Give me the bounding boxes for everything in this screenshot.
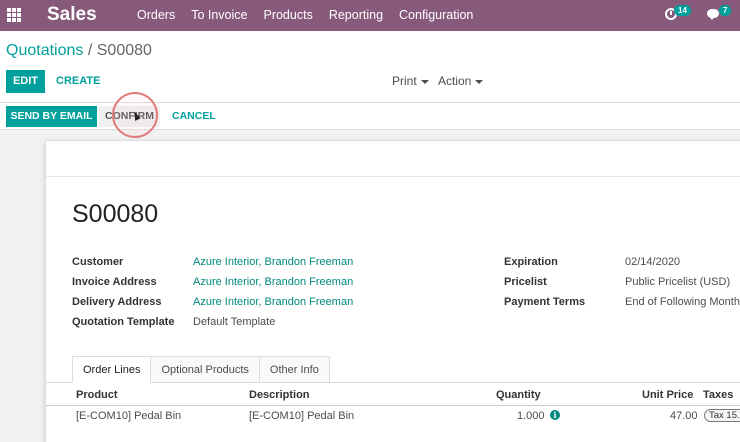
control-panel: Quotations / S00080 EDIT CREATE Print Ac… — [0, 31, 740, 103]
caret-down-icon — [420, 79, 429, 84]
tab-optional-products[interactable]: Optional Products — [150, 356, 260, 383]
apps-menu-icon[interactable] — [7, 8, 21, 22]
menu-configuration[interactable]: Configuration — [399, 8, 473, 22]
create-button[interactable]: CREATE — [56, 70, 100, 93]
caret-down-icon — [475, 79, 484, 84]
menu-products[interactable]: Products — [263, 8, 312, 22]
action-label: Action — [438, 74, 472, 88]
breadcrumb-quotations[interactable]: Quotations — [6, 42, 83, 59]
tab-other-info[interactable]: Other Info — [258, 356, 330, 383]
divider — [46, 176, 740, 177]
customer-label: Customer — [72, 256, 124, 268]
invoice-address-value[interactable]: Azure Interior, Brandon Freeman — [193, 276, 353, 288]
tab-order-lines[interactable]: Order Lines — [72, 356, 152, 383]
breadcrumb: Quotations / S00080 — [6, 42, 152, 60]
main-menu: Orders To Invoice Products Reporting Con… — [137, 8, 489, 22]
notebook-tabs: Order Lines Optional Products Other Info — [72, 356, 330, 383]
app-title[interactable]: Sales — [47, 4, 97, 26]
top-navbar: Sales Orders To Invoice Products Reporti… — [0, 0, 740, 31]
pricelist-label: Pricelist — [504, 276, 547, 288]
edit-button[interactable]: EDIT — [6, 70, 45, 93]
header-divider — [46, 405, 740, 406]
form-sheet: S00080 Customer Azure Interior, Brandon … — [45, 140, 740, 442]
print-dropdown[interactable]: Print — [392, 70, 429, 93]
breadcrumb-separator: / — [87, 42, 93, 59]
line-product[interactable]: [E-COM10] Pedal Bin — [76, 410, 181, 422]
expiration-label: Expiration — [504, 256, 558, 268]
column-taxes[interactable]: Taxes — [703, 389, 733, 401]
expiration-value[interactable]: 02/14/2020 — [625, 256, 680, 268]
column-unit-price[interactable]: Unit Price — [642, 389, 693, 401]
column-description[interactable]: Description — [249, 389, 310, 401]
info-icon[interactable]: i — [550, 410, 560, 420]
invoice-address-label: Invoice Address — [72, 276, 157, 288]
line-description[interactable]: [E-COM10] Pedal Bin — [249, 410, 354, 422]
menu-reporting[interactable]: Reporting — [329, 8, 383, 22]
chat-icon — [707, 9, 719, 20]
quotation-template-value[interactable]: Default Template — [193, 316, 275, 328]
action-dropdown[interactable]: Action — [438, 70, 484, 93]
column-quantity[interactable]: Quantity — [496, 389, 541, 401]
cancel-button[interactable]: CANCEL — [172, 106, 216, 127]
line-quantity[interactable]: 1.000 — [517, 410, 545, 422]
menu-to-invoice[interactable]: To Invoice — [191, 8, 247, 22]
quotation-template-label: Quotation Template — [72, 316, 175, 328]
message-count-badge: 7 — [719, 5, 732, 16]
activity-systray[interactable]: 14 — [665, 5, 705, 23]
print-label: Print — [392, 74, 417, 88]
customer-value[interactable]: Azure Interior, Brandon Freeman — [193, 256, 353, 268]
delivery-address-label: Delivery Address — [72, 296, 162, 308]
line-unit-price[interactable]: 47.00 — [670, 410, 698, 422]
pricelist-value[interactable]: Public Pricelist (USD) — [625, 276, 730, 288]
menu-orders[interactable]: Orders — [137, 8, 175, 22]
column-product[interactable]: Product — [76, 389, 118, 401]
tax-badge[interactable]: Tax 15.00% — [704, 409, 740, 422]
breadcrumb-current: S00080 — [96, 42, 152, 59]
activity-count-badge: 14 — [674, 5, 691, 16]
record-title: S00080 — [72, 200, 159, 228]
payment-terms-value[interactable]: End of Following Month — [625, 296, 740, 308]
messaging-systray[interactable]: 7 — [707, 5, 737, 23]
delivery-address-value[interactable]: Azure Interior, Brandon Freeman — [193, 296, 353, 308]
status-bar: SEND BY EMAIL CONFIRM CANCEL — [0, 103, 740, 130]
payment-terms-label: Payment Terms — [504, 296, 586, 308]
send-by-email-button[interactable]: SEND BY EMAIL — [6, 106, 97, 127]
